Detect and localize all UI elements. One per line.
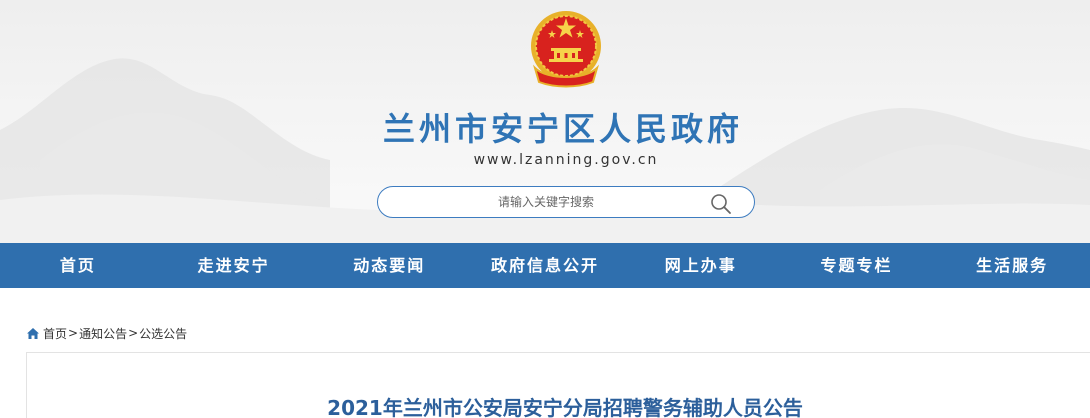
nav-item-news[interactable]: 动态要闻: [311, 243, 467, 288]
breadcrumb-selection-notices[interactable]: 公选公告: [139, 325, 187, 342]
breadcrumb-notices[interactable]: 通知公告: [79, 325, 127, 342]
nav-item-home[interactable]: 首页: [0, 243, 156, 288]
nav-item-about-anning[interactable]: 走进安宁: [156, 243, 312, 288]
search-icon[interactable]: [710, 193, 732, 215]
nav-item-special-topics[interactable]: 专题专栏: [779, 243, 935, 288]
site-title: 兰州市安宁区人民政府: [382, 110, 743, 148]
nav-item-gov-info[interactable]: 政府信息公开: [467, 243, 623, 288]
breadcrumb-separator: >: [68, 326, 79, 340]
breadcrumb-home[interactable]: 首页: [43, 325, 67, 342]
nav-item-life-services[interactable]: 生活服务: [934, 243, 1090, 288]
breadcrumb: 首页 > 通知公告 > 公选公告: [26, 325, 187, 341]
site-url: www.lzanning.gov.cn: [473, 152, 659, 168]
search-input[interactable]: [396, 189, 696, 215]
home-icon: [27, 327, 39, 339]
article-title: 2021年兰州市公安局安宁分局招聘警务辅助人员公告: [327, 396, 803, 418]
search-box: [377, 186, 755, 218]
national-emblem-icon: [531, 11, 601, 88]
nav-item-online-services[interactable]: 网上办事: [623, 243, 779, 288]
site-header: 兰州市安宁区人民政府 www.lzanning.gov.cn: [0, 0, 1090, 243]
breadcrumb-separator: >: [128, 326, 139, 340]
main-nav: 首页 走进安宁 动态要闻 政府信息公开 网上办事 专题专栏 生活服务: [0, 243, 1090, 288]
